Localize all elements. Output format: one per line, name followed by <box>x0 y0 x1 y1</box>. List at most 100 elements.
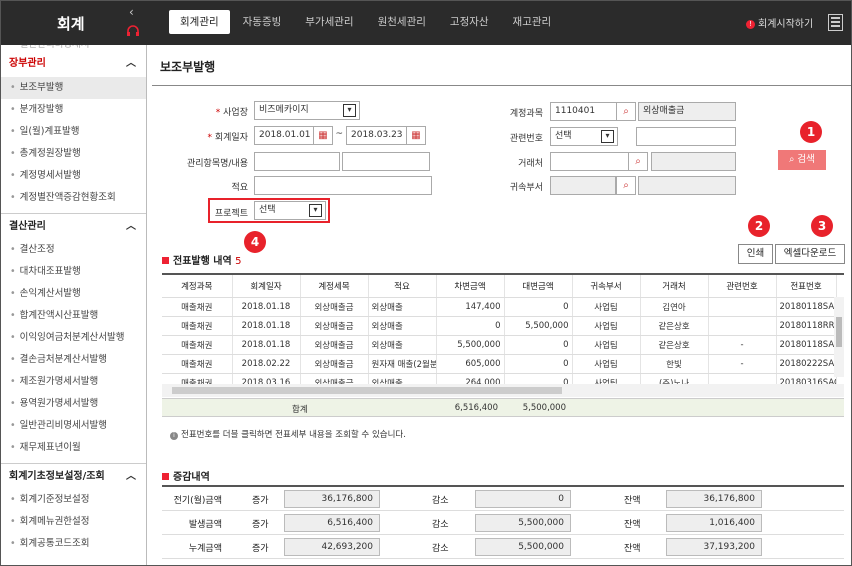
table-header-row: 계정과목 회계일자 계정세목 적요 차변금액 대변금액 귀속부서 거래처 관련번호 전표번호 <box>162 275 837 298</box>
sidebar-item[interactable]: 결손금처분계산서발행 <box>1 349 146 371</box>
sidebar-item[interactable]: 합계잔액시산표발행 <box>1 305 146 327</box>
sidebar-item[interactable]: 회계공통코드조회 <box>1 533 146 555</box>
sidebar-item[interactable]: 결산조정 <box>1 239 146 261</box>
summary-input[interactable] <box>254 176 432 195</box>
sidebar-item[interactable]: 계정별잔액증감현황조회 <box>1 187 146 209</box>
title-divider <box>152 85 851 86</box>
mgmt-item-input[interactable] <box>254 152 340 171</box>
change-row: 누계금액 증가 42,693,200 감소 5,500,000 잔액 37,193,200 <box>162 535 844 559</box>
dept-input[interactable] <box>550 176 616 195</box>
table-cell: 외상매출 <box>368 373 437 384</box>
sidebar-section-header[interactable]: 회계기초정보설정/조회 ︿ <box>1 463 146 489</box>
table-cell: 사업팀 <box>572 373 641 384</box>
chevron-up-icon[interactable]: ︿ <box>126 51 136 77</box>
tab-4[interactable]: 고정자산 <box>439 10 500 34</box>
table-cell: 5,500,000 <box>436 335 505 355</box>
sidebar-section-header[interactable]: 결산관리 ︿ <box>1 213 146 239</box>
print-button[interactable]: 인쇄 <box>738 244 773 264</box>
column-header[interactable]: 관련번호 <box>708 275 777 298</box>
column-header[interactable]: 전표번호 <box>776 275 837 298</box>
vertical-scrollbar[interactable] <box>834 297 844 377</box>
headset-icon[interactable] <box>126 25 140 37</box>
biz-select[interactable]: 비즈메카이지 ▾ <box>254 101 360 120</box>
account-code-input[interactable]: 1110401 <box>550 102 620 121</box>
table-cell[interactable]: 20180118SAC <box>776 335 837 355</box>
date-from-input[interactable]: 2018.01.01 <box>254 126 316 145</box>
app-window: 회계 ‹ 회계관리 자동증빙 부가세관리 원천세관리 고정자산 재고관리 ! 회계시작하기 … <box>0 0 852 566</box>
table-cell: 매출채권 <box>162 354 233 374</box>
sidebar-item[interactable]: 이익잉여금처분계산서발행 <box>1 327 146 349</box>
column-header[interactable]: 거래처 <box>640 275 709 298</box>
calendar-icon[interactable]: ▦ <box>313 126 333 145</box>
partner-input[interactable] <box>550 152 630 171</box>
sidebar-item[interactable]: 대차대조표발행 <box>1 261 146 283</box>
table-cell[interactable]: 20180316SAC <box>776 373 837 384</box>
sidebar-item[interactable]: 계정명세서발행 <box>1 165 146 187</box>
table-cell[interactable]: 20180118RRC <box>776 316 837 336</box>
sidebar-item[interactable]: 회계기준정보설정 <box>1 489 146 511</box>
table-cell: 0 <box>504 373 573 384</box>
table-cell: (주)노나 <box>640 373 709 384</box>
decrease-value: 5,500,000 <box>475 538 571 556</box>
search-button[interactable]: ⌕ 검색 <box>778 150 826 170</box>
tab-2[interactable]: 부가세관리 <box>294 10 364 34</box>
column-header[interactable]: 계정과목 <box>162 275 233 298</box>
sidebar-item[interactable]: 분개장발행 <box>1 99 146 121</box>
table-row[interactable]: 매출채권 2018.03.16 외상매출금 외상매출 264,000 0 사업팀 (주)노나 2… <box>162 373 837 384</box>
table-row[interactable]: 매출채권 2018.01.18 외상매출금 외상매출 147,400 0 사업팀 김연아 201… <box>162 297 837 317</box>
scrollbar-thumb[interactable] <box>172 387 562 394</box>
sidebar-section-header[interactable]: 장부관리 ︿ <box>1 51 146 77</box>
tab-5[interactable]: 재고관리 <box>502 10 563 34</box>
sidebar-item[interactable]: 용역원가명세서발행 <box>1 393 146 415</box>
horizontal-scrollbar[interactable] <box>162 384 844 397</box>
sidebar-item[interactable]: 제조원가명세서발행 <box>1 371 146 393</box>
tab-3[interactable]: 원천세관리 <box>367 10 437 34</box>
sidebar-item[interactable]: 보조부발행 <box>1 77 146 99</box>
column-header[interactable]: 차변금액 <box>436 275 505 298</box>
search-icon[interactable]: ⌕ <box>628 152 648 171</box>
calendar-icon[interactable]: ▦ <box>406 126 426 145</box>
chevron-up-icon[interactable]: ︿ <box>126 214 136 240</box>
column-header[interactable]: 귀속부서 <box>572 275 641 298</box>
table-row[interactable]: 매출채권 2018.02.22 외상매출금 원자재 매출(2월분 605,000 0 사업팀… <box>162 354 837 374</box>
table-cell <box>708 297 777 317</box>
app-title: 회계 <box>57 15 85 33</box>
table-row[interactable]: 매출채권 2018.01.18 외상매출금 외상매출 0 5,500,000 사업팀 같은상호… <box>162 316 837 336</box>
tab-0[interactable]: 회계관리 <box>169 10 230 34</box>
excel-download-button[interactable]: 엑셀다운로드 <box>775 244 845 264</box>
sidebar-item[interactable]: 회계메뉴권한설정 <box>1 511 146 533</box>
sidebar-section-title: 결산관리 <box>9 221 46 232</box>
column-header[interactable]: 대변금액 <box>504 275 573 298</box>
table-cell: 매출채권 <box>162 297 233 317</box>
sidebar-item[interactable]: 일(월)계표발행 <box>1 121 146 143</box>
project-select[interactable]: 선택 ▾ <box>254 201 326 220</box>
mgmt-content-input[interactable] <box>342 152 430 171</box>
start-accounting-link[interactable]: ! 회계시작하기 <box>746 15 813 30</box>
related-select-value: 선택 <box>555 131 572 141</box>
related-number-input[interactable] <box>636 127 736 146</box>
sidebar-item[interactable]: 손익계산서발행 <box>1 283 146 305</box>
calculator-icon[interactable] <box>828 14 843 31</box>
table-cell: 한빛 <box>640 354 709 374</box>
table-row[interactable]: 매출채권 2018.01.18 외상매출금 외상매출 5,500,000 0 사업팀 같은상호… <box>162 335 837 355</box>
column-header[interactable]: 적요 <box>368 275 437 298</box>
table-cell: 사업팀 <box>572 335 641 355</box>
search-icon[interactable]: ⌕ <box>616 176 636 195</box>
tab-1[interactable]: 자동증빙 <box>232 10 293 34</box>
chevron-up-icon[interactable]: ︿ <box>126 464 136 490</box>
table-cell[interactable]: 20180222SAC <box>776 354 837 374</box>
decrease-value: 0 <box>475 490 571 508</box>
sidebar-item[interactable]: 일반관리비명세서발행 <box>1 415 146 437</box>
collapse-sidebar-icon[interactable]: ‹ <box>129 5 134 19</box>
related-select[interactable]: 선택 ▾ <box>550 127 618 146</box>
table-cell[interactable]: 20180118SAC <box>776 297 837 317</box>
column-header[interactable]: 회계일자 <box>232 275 301 298</box>
search-icon[interactable]: ⌕ <box>616 102 636 121</box>
section-marker-icon <box>162 473 169 480</box>
date-to-input[interactable]: 2018.03.23 <box>346 126 408 145</box>
sidebar-item[interactable]: 재무제표년이월 <box>1 437 146 459</box>
sidebar-item[interactable]: 총계정원장발행 <box>1 143 146 165</box>
column-header[interactable]: 계정세목 <box>300 275 369 298</box>
table-cell: 매출채권 <box>162 335 233 355</box>
scrollbar-thumb[interactable] <box>836 317 842 347</box>
